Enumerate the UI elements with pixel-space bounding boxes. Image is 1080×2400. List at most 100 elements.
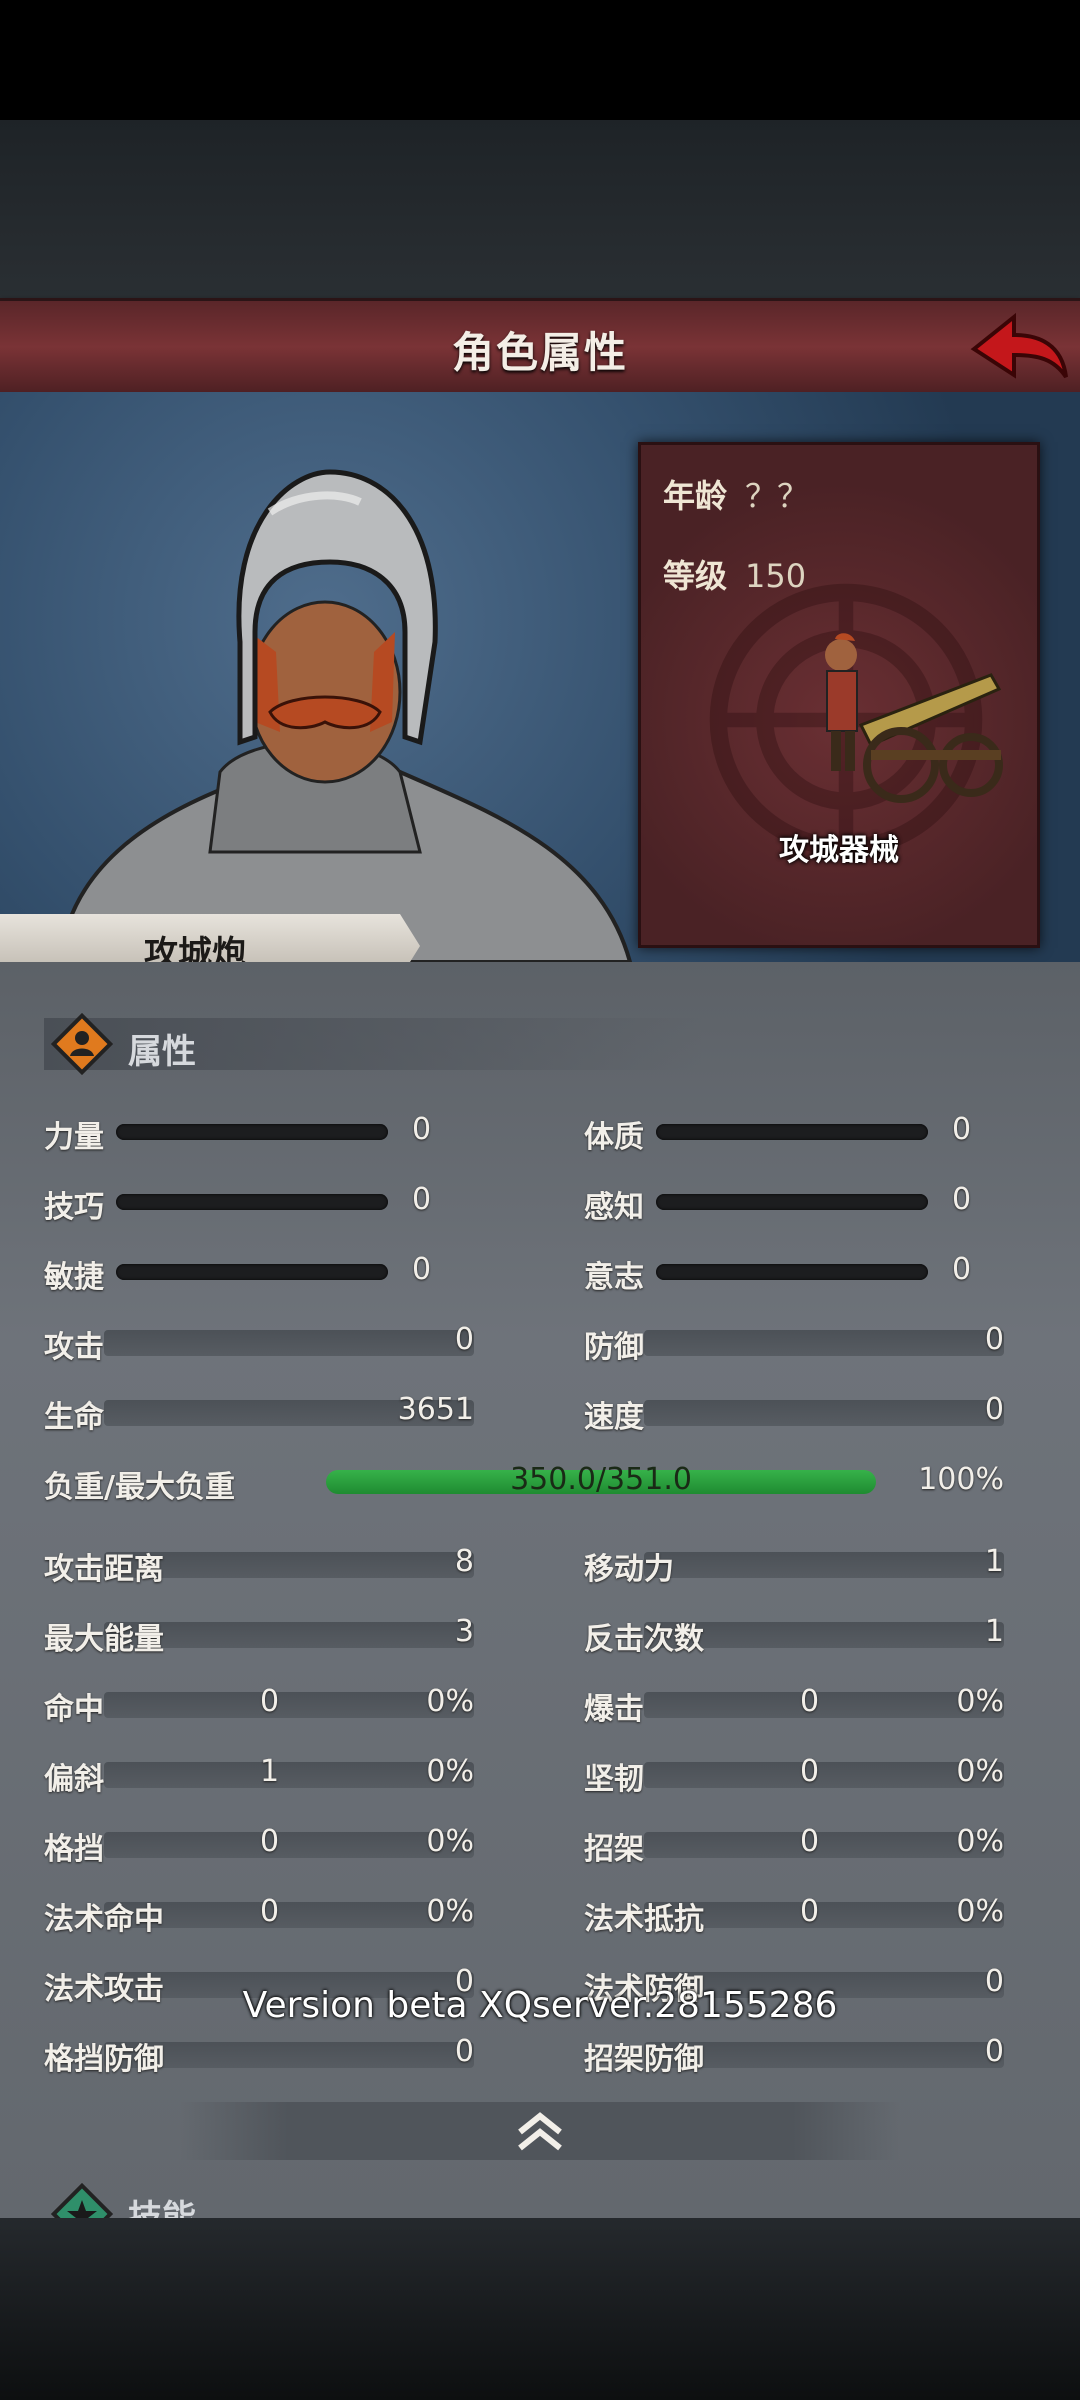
stat-label: 法术抵抗 <box>584 1902 704 1937</box>
skills-section-title: 技能 <box>128 2198 196 2218</box>
stat-parry-defense: 招架防御 0 <box>584 2034 1004 2077</box>
back-arrow-icon <box>970 312 1068 379</box>
stat-label: 感知 <box>584 1190 644 1225</box>
skills-star-icon <box>50 2182 114 2218</box>
stat-movement: 移动力 1 <box>584 1544 1004 1587</box>
page-title: 角色属性 <box>451 328 628 377</box>
stat-hp: 生命 3651 <box>44 1392 474 1435</box>
stat-bar <box>656 1124 928 1140</box>
age-value: ？？ <box>745 477 810 515</box>
stat-max-energy: 最大能量 3 <box>44 1614 474 1657</box>
stat-value: 0 <box>412 1252 432 1287</box>
stat-bar <box>104 1330 474 1356</box>
stat-attack: 攻击 0 <box>44 1322 474 1365</box>
stat-value: 0 <box>260 1894 280 1929</box>
stat-value: 0 <box>454 1322 474 1357</box>
stat-value: 0 <box>260 1684 280 1719</box>
stat-bar <box>116 1124 388 1140</box>
stat-label: 格挡防御 <box>44 2042 164 2077</box>
stat-label: 移动力 <box>584 1552 674 1587</box>
stat-crit: 爆击 0 0% <box>584 1684 1004 1727</box>
stat-label: 敏捷 <box>44 1260 104 1295</box>
stat-value: 0 <box>984 1392 1004 1427</box>
stat-bar <box>644 1400 1004 1426</box>
stat-label: 防御 <box>584 1330 644 1365</box>
collapse-button[interactable] <box>180 2102 900 2160</box>
stat-value: 8 <box>454 1544 474 1579</box>
stat-will: 意志 0 <box>584 1252 1004 1295</box>
stat-perception: 感知 0 <box>584 1182 1004 1225</box>
character-hero: 年龄 ？？ 等级 150 攻城器械 <box>0 392 1080 962</box>
stat-percent: 0% <box>956 1754 1004 1789</box>
stat-spell-hit: 法术命中 0 0% <box>44 1894 474 1937</box>
stat-bar <box>104 1762 474 1788</box>
skills-section-header[interactable]: 技能 <box>44 2182 444 2218</box>
stat-bar <box>644 1692 1004 1718</box>
stat-bar <box>644 1330 1004 1356</box>
stat-bar <box>116 1264 388 1280</box>
load-percent: 100% <box>918 1462 1004 1497</box>
stat-value: 1 <box>984 1544 1004 1579</box>
stat-skill: 技巧 0 <box>44 1182 444 1225</box>
stat-value: 0 <box>800 1754 820 1789</box>
back-button[interactable] <box>970 311 1070 385</box>
stat-bar <box>656 1264 928 1280</box>
stat-label: 爆击 <box>584 1692 644 1727</box>
stat-value: 3651 <box>397 1392 474 1427</box>
stat-percent: 0% <box>426 1894 474 1929</box>
stat-bar <box>116 1194 388 1210</box>
stat-label: 体质 <box>584 1120 644 1155</box>
stat-percent: 0% <box>426 1684 474 1719</box>
stat-value: 0 <box>800 1684 820 1719</box>
stat-label: 技巧 <box>44 1190 104 1225</box>
stat-bar <box>644 1762 1004 1788</box>
stat-label: 招架 <box>584 1832 644 1867</box>
attributes-diamond-icon <box>50 1012 114 1076</box>
stat-parry: 招架 0 0% <box>584 1824 1004 1867</box>
top-background <box>0 120 1080 300</box>
stat-value: 3 <box>454 1614 474 1649</box>
stat-percent: 0% <box>956 1894 1004 1929</box>
stat-bar <box>104 1832 474 1858</box>
stat-constitution: 体质 0 <box>584 1112 1004 1155</box>
stat-agility: 敏捷 0 <box>44 1252 444 1295</box>
stat-strength: 力量 0 <box>44 1112 444 1155</box>
load-value: 350.0/351.0 <box>510 1462 692 1497</box>
stat-label: 反击次数 <box>584 1622 704 1657</box>
stat-label: 力量 <box>44 1120 104 1155</box>
character-portrait <box>57 469 633 962</box>
stat-block: 格挡 0 0% <box>44 1824 474 1867</box>
stat-value: 0 <box>454 2034 474 2069</box>
stat-label: 格挡 <box>44 1832 104 1867</box>
double-chevron-up-icon <box>518 2112 562 2151</box>
stat-load: 负重/最大负重 350.0/351.0 100% <box>44 1462 1004 1505</box>
info-card: 年龄 ？？ 等级 150 攻城器械 <box>638 442 1040 948</box>
level-value: 150 <box>745 557 807 595</box>
stat-label: 速度 <box>584 1400 644 1435</box>
stat-value: 0 <box>260 1824 280 1859</box>
stat-spell-resist: 法术抵抗 0 0% <box>584 1894 1004 1937</box>
stat-value: 0 <box>412 1182 432 1217</box>
stat-value: 1 <box>984 1614 1004 1649</box>
level-row: 等级 150 <box>663 551 806 597</box>
stat-value: 0 <box>800 1824 820 1859</box>
stat-percent: 0% <box>956 1824 1004 1859</box>
bottom-background <box>0 2218 1080 2400</box>
stat-value: 1 <box>260 1754 280 1789</box>
stat-label: 偏斜 <box>44 1762 104 1797</box>
siege-cannon-icon <box>825 633 1003 803</box>
stat-attack-range: 攻击距离 8 <box>44 1544 474 1587</box>
stat-label: 最大能量 <box>44 1622 164 1657</box>
age-row: 年龄 ？？ <box>663 471 809 517</box>
stat-speed: 速度 0 <box>584 1392 1004 1435</box>
stat-value: 0 <box>952 1182 972 1217</box>
version-watermark: Version beta XQserver.28155286 <box>242 1985 838 2026</box>
stat-value: 0 <box>952 1112 972 1147</box>
stat-label: 生命 <box>44 1400 104 1435</box>
attributes-panel: 属性 力量 0 技巧 0 敏捷 0 体质 0 感知 0 意志 0 攻击 0 生命 <box>0 962 1080 2218</box>
level-label: 等级 <box>663 557 728 595</box>
stat-percent: 0% <box>426 1754 474 1789</box>
stat-value: 0 <box>984 2034 1004 2069</box>
stat-value: 0 <box>952 1252 972 1287</box>
age-label: 年龄 <box>663 477 728 515</box>
